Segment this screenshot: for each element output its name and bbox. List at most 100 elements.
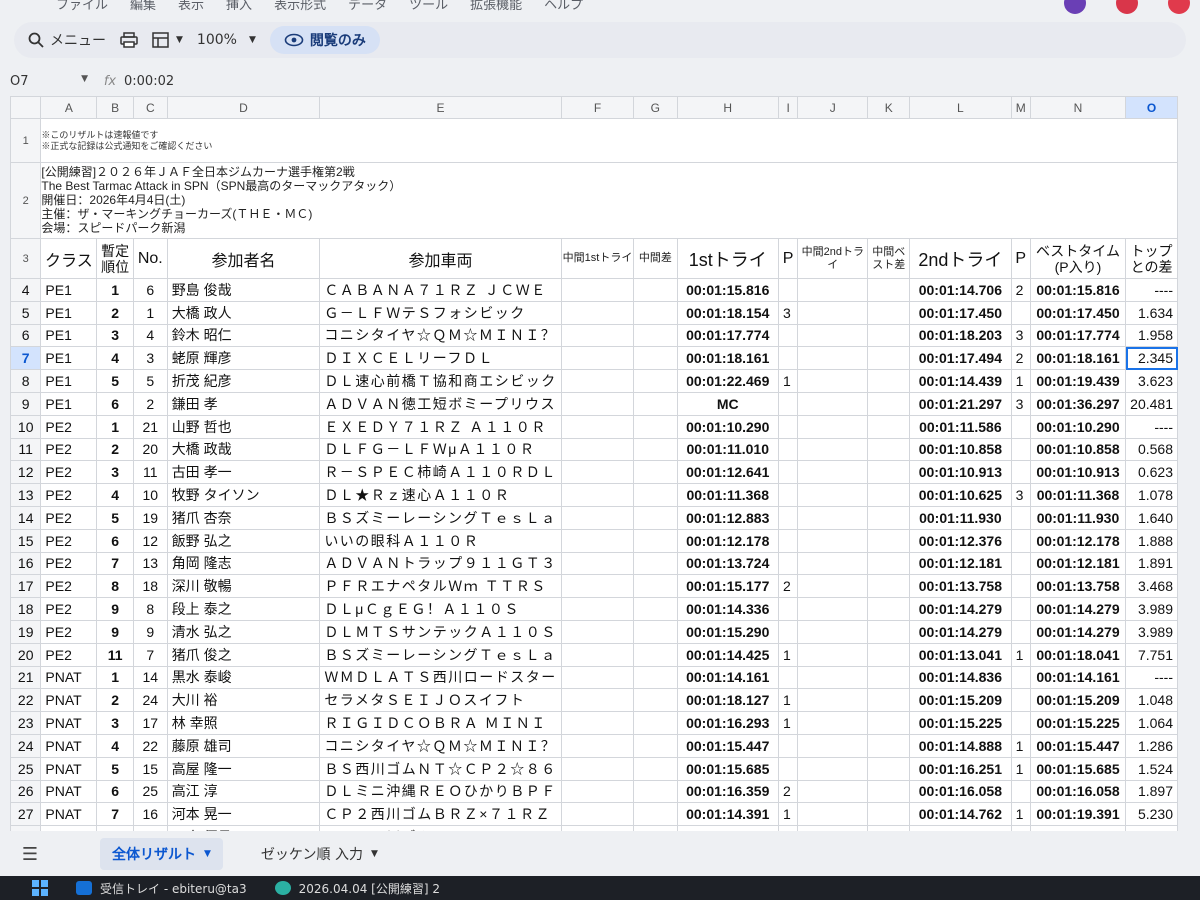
cell-class[interactable]: PNAT — [40, 688, 98, 713]
cell-rank[interactable]: 6 — [96, 779, 134, 804]
cell-p1[interactable] — [777, 505, 799, 530]
cell-driver[interactable]: 林 幸照 — [166, 711, 321, 735]
cell-try1[interactable]: 00:01:14.391 — [676, 802, 779, 827]
cell-diff[interactable]: 1.891 — [1125, 551, 1178, 576]
cell-mid2[interactable] — [797, 505, 869, 530]
cell-number[interactable]: 22 — [132, 733, 168, 758]
cell-p1[interactable] — [777, 437, 799, 462]
header-rank[interactable]: 暫定順位 — [96, 238, 134, 279]
cell-p2[interactable] — [1010, 711, 1031, 735]
cell-car[interactable]: コニシタイヤ☆ＱＭ☆ＭＩＮＩ？ — [319, 733, 562, 758]
cell-diff[interactable]: 1.524 — [1125, 756, 1178, 781]
cell-p2[interactable] — [1010, 825, 1031, 831]
row-header[interactable]: 17 — [10, 574, 42, 599]
cell-mid2[interactable] — [797, 369, 869, 393]
cell-mid-diff[interactable] — [633, 483, 678, 507]
cell-mid2[interactable] — [797, 551, 869, 576]
cell-p1[interactable]: 1 — [777, 802, 799, 827]
cell-p1[interactable] — [777, 619, 799, 644]
cell-p2[interactable] — [1010, 551, 1031, 576]
cell-mid-best[interactable] — [867, 574, 911, 599]
cell-mid-best[interactable] — [867, 733, 911, 758]
cell-best[interactable]: 00:01:10.913 — [1029, 460, 1127, 485]
cell-p1[interactable] — [777, 460, 799, 485]
cell-class[interactable]: PE1 — [40, 278, 98, 302]
cell-class[interactable]: PE1 — [40, 369, 98, 393]
cell-mid1[interactable] — [560, 391, 635, 416]
cell-mid1[interactable] — [560, 597, 635, 621]
cell-mid-diff[interactable] — [633, 756, 678, 781]
header-mid-diff[interactable]: 中間差 — [633, 238, 678, 279]
cell-class[interactable]: PNAT — [40, 802, 98, 827]
menu-item[interactable]: ファイル — [56, 0, 108, 13]
cell-car[interactable]: セラメタＳＥＩＪＯスイフト — [319, 688, 562, 713]
cell-try2[interactable]: 00:01:16.058 — [909, 779, 1012, 804]
header-mid2[interactable]: 中間2ndトライ — [797, 238, 869, 279]
header-driver[interactable]: 参加者名 — [166, 238, 321, 279]
cell-mid2[interactable] — [797, 756, 869, 781]
cell-try1[interactable]: 00:01:15.816 — [676, 278, 779, 302]
cell-mid2[interactable] — [797, 779, 869, 804]
cell-try1[interactable]: 00:01:14.161 — [676, 665, 779, 690]
cell-class[interactable]: PE2 — [40, 528, 98, 553]
cell-mid1[interactable] — [560, 278, 635, 302]
cell-car[interactable]: ＢＳズミーレーシングＴｅｓＬａ — [319, 642, 562, 667]
column-header[interactable]: O — [1125, 96, 1178, 119]
cell-try1[interactable]: 00:01:11.368 — [676, 483, 779, 507]
cell-number[interactable]: 28 — [132, 825, 168, 831]
avatar[interactable] — [1064, 0, 1086, 14]
cell-mid1[interactable] — [560, 779, 635, 804]
cell-p2[interactable] — [1010, 779, 1031, 804]
cell-rank[interactable]: 1 — [96, 665, 134, 690]
cell-rank[interactable]: 5 — [96, 756, 134, 781]
cell-car[interactable]: ＢＳズミーレーシングＴｅｓＬａ — [319, 505, 562, 530]
row-header[interactable]: 25 — [10, 756, 42, 781]
cell-p2[interactable] — [1010, 619, 1031, 644]
notice-cell[interactable]: ※このリザルトは速報値です ※正式な記録は公式通知をご確認ください — [40, 118, 1178, 163]
cell-car[interactable]: ＥＸＥＤＹ７１ＲＺ Ａ１１０Ｒ — [319, 414, 562, 439]
cell-p2[interactable]: 2 — [1010, 278, 1031, 302]
cell-mid2[interactable] — [797, 574, 869, 599]
cell-mid-diff[interactable] — [633, 278, 678, 302]
windows-start-icon[interactable] — [32, 880, 48, 896]
cell-p2[interactable] — [1010, 528, 1031, 553]
avatar[interactable] — [1116, 0, 1138, 14]
cell-driver[interactable]: 段上 泰之 — [166, 597, 321, 621]
cell-car[interactable]: ＣＰ２西川ゴムＢＲＺ×７１ＲＺ — [319, 802, 562, 827]
cell-number[interactable]: 18 — [132, 574, 168, 599]
cell-mid-diff[interactable] — [633, 642, 678, 667]
cell-best[interactable]: 00:01:20.614 — [1029, 825, 1127, 831]
cell-try1[interactable]: 00:01:16.293 — [676, 711, 779, 735]
cell-diff[interactable]: 1.888 — [1125, 528, 1178, 553]
cell-car[interactable]: ＷＭＤＬＡＴＳ西川ロードスター — [319, 665, 562, 690]
cell-try1[interactable]: 00:01:11.010 — [676, 437, 779, 462]
cell-rank[interactable]: 3 — [96, 711, 134, 735]
column-header[interactable]: B — [96, 96, 134, 119]
menu-item[interactable]: 表示形式 — [274, 0, 326, 13]
cell-mid1[interactable] — [560, 369, 635, 393]
cell-try2[interactable]: 00:01:13.041 — [909, 642, 1012, 667]
cell-p1[interactable]: 1 — [777, 369, 799, 393]
cell-try2[interactable]: 00:01:10.913 — [909, 460, 1012, 485]
cell-class[interactable]: PE2 — [40, 483, 98, 507]
menu-item[interactable]: 拡張機能 — [470, 0, 522, 13]
cell-p1[interactable] — [777, 323, 799, 348]
cell-mid1[interactable] — [560, 825, 635, 831]
search-menu-button[interactable]: メニュー — [28, 26, 106, 54]
cell-mid-diff[interactable] — [633, 825, 678, 831]
cell-car[interactable]: ＤＬ速心前橋Ｔ協和商エシビック — [319, 369, 562, 393]
cell-mid2[interactable] — [797, 802, 869, 827]
cell-p2[interactable] — [1010, 665, 1031, 690]
cell-try1[interactable]: 00:01:16.359 — [676, 779, 779, 804]
cell-mid-best[interactable] — [867, 528, 911, 553]
cell-number[interactable]: 9 — [132, 619, 168, 644]
cell-try2[interactable]: 00:01:20.779 — [909, 825, 1012, 831]
cell-number[interactable]: 11 — [132, 460, 168, 485]
cell-p1[interactable] — [777, 346, 799, 371]
cell-rank[interactable]: 2 — [96, 437, 134, 462]
cell-p1[interactable] — [777, 665, 799, 690]
cell-number[interactable]: 6 — [132, 278, 168, 302]
cell-mid-best[interactable] — [867, 597, 911, 621]
cell-diff[interactable]: 1.634 — [1125, 300, 1178, 325]
cell-mid-best[interactable] — [867, 391, 911, 416]
